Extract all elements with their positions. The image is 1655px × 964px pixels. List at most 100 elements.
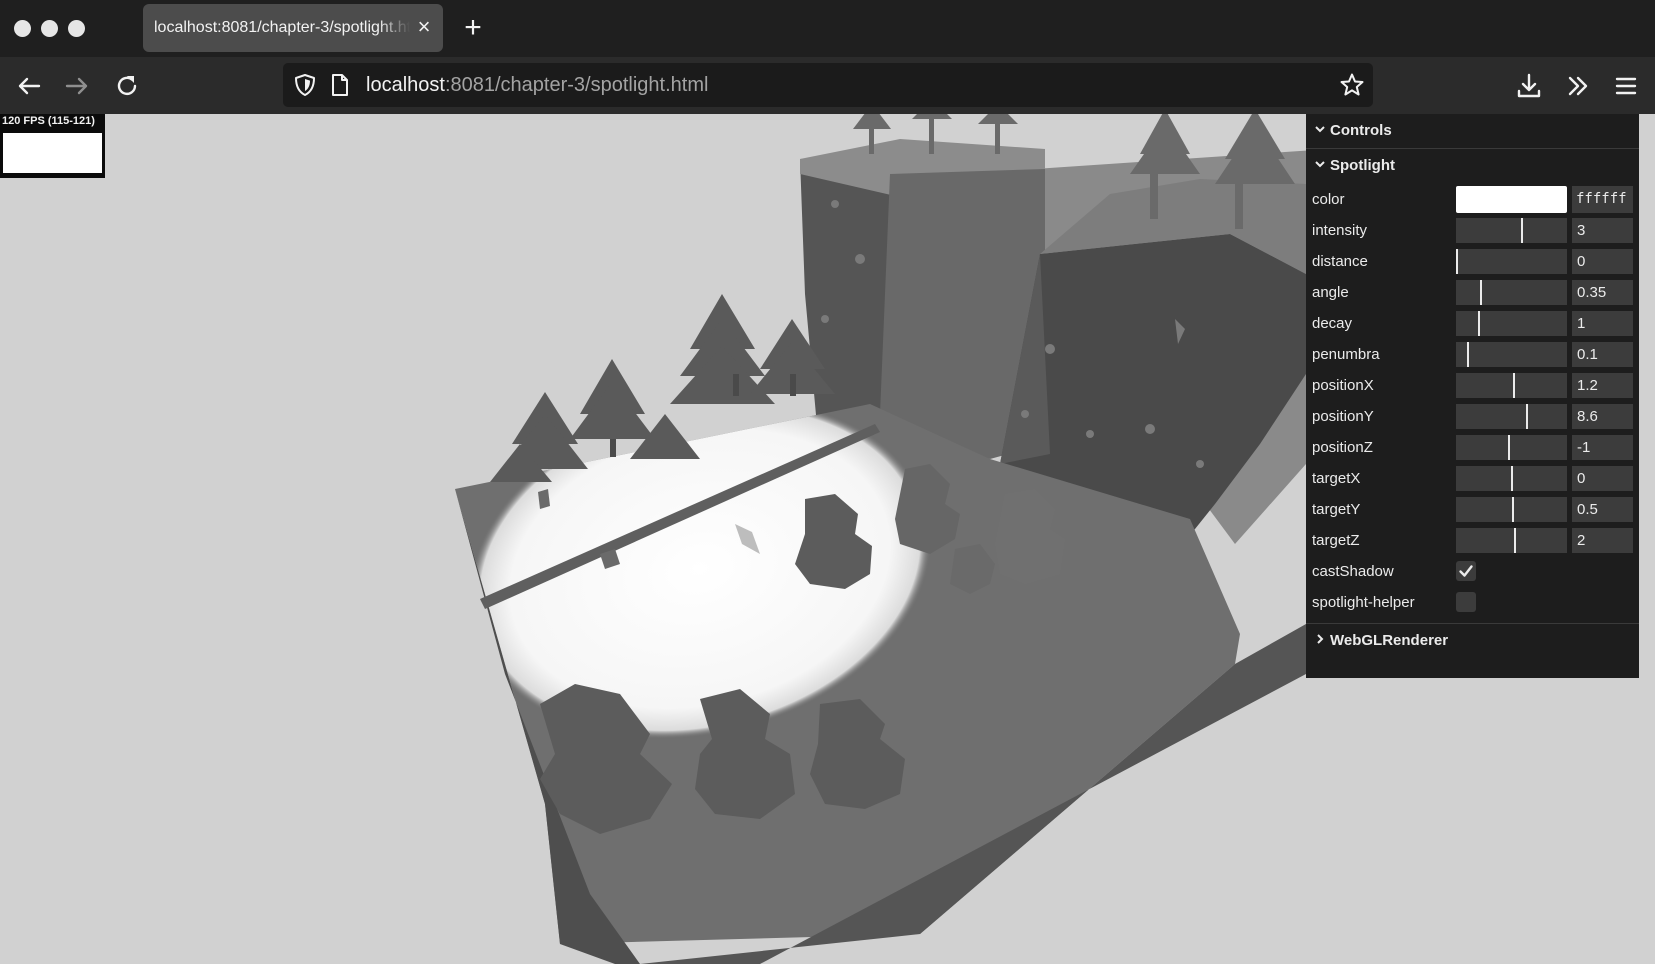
window-minimize-dot[interactable] (41, 20, 58, 37)
slider-label: positionZ (1312, 439, 1373, 456)
url-host: localhost (366, 74, 445, 96)
slider-row-targety: targetY 0.5 (1306, 494, 1639, 525)
spotlight-helper-row: spotlight-helper (1306, 587, 1639, 618)
slider-row-positiony: positionY 8.6 (1306, 401, 1639, 432)
slider-value: 8.6 (1577, 408, 1598, 425)
slider-value: 0.1 (1577, 346, 1598, 363)
targetx-slider[interactable] (1456, 466, 1567, 491)
decay-number-input[interactable]: 1 (1572, 311, 1633, 336)
slider-knob[interactable] (1511, 466, 1513, 491)
slider-row-intensity: intensity 3 (1306, 215, 1639, 246)
window-close-dot[interactable] (14, 20, 31, 37)
slider-row-angle: angle 0.35 (1306, 277, 1639, 308)
webglrenderer-folder-header[interactable]: WebGLRenderer (1306, 624, 1639, 657)
url-text[interactable]: localhost:8081/chapter-3/spotlight.html (366, 74, 708, 97)
slider-row-decay: decay 1 (1306, 308, 1639, 339)
slider-knob[interactable] (1478, 311, 1480, 336)
angle-number-input[interactable]: 0.35 (1572, 280, 1633, 305)
color-row: color ffffff (1306, 184, 1639, 215)
browser-tab[interactable]: localhost:8081/chapter-3/spotlight.html … (143, 4, 443, 52)
forward-arrow-icon[interactable] (61, 70, 93, 102)
targety-number-input[interactable]: 0.5 (1572, 497, 1633, 522)
cast-shadow-checkbox[interactable] (1456, 561, 1476, 581)
slider-knob[interactable] (1514, 528, 1516, 553)
slider-value: 2 (1577, 532, 1586, 549)
slider-row-targetz: targetZ 2 (1306, 525, 1639, 556)
fps-graph (3, 133, 102, 173)
color-label: color (1312, 191, 1345, 208)
color-swatch[interactable] (1456, 186, 1567, 213)
targetz-slider[interactable] (1456, 528, 1567, 553)
slider-label: angle (1312, 284, 1349, 301)
page-icon[interactable] (330, 73, 350, 97)
hamburger-menu-icon[interactable] (1610, 70, 1642, 102)
positiony-number-input[interactable]: 8.6 (1572, 404, 1633, 429)
chevron-down-icon (1315, 161, 1325, 168)
distance-number-input[interactable]: 0 (1572, 249, 1633, 274)
positionz-number-input[interactable]: -1 (1572, 435, 1633, 460)
back-arrow-icon[interactable] (13, 70, 45, 102)
intensity-number-input[interactable]: 3 (1572, 218, 1633, 243)
decay-slider[interactable] (1456, 311, 1567, 336)
slider-knob[interactable] (1526, 404, 1528, 429)
controls-folder-header[interactable]: Controls (1306, 114, 1639, 147)
slider-knob[interactable] (1480, 280, 1482, 305)
intensity-slider[interactable] (1456, 218, 1567, 243)
fps-stats-panel[interactable]: 120 FPS (115-121) (0, 114, 105, 178)
url-path: :8081/chapter-3/spotlight.html (444, 74, 709, 96)
slider-label: penumbra (1312, 346, 1380, 363)
controls-folder-title: Controls (1330, 122, 1392, 139)
slider-row-positionz: positionZ -1 (1306, 432, 1639, 463)
slider-knob[interactable] (1508, 435, 1510, 460)
angle-slider[interactable] (1456, 280, 1567, 305)
targety-slider[interactable] (1456, 497, 1567, 522)
spotlight-folder-header[interactable]: Spotlight (1306, 149, 1639, 182)
positiony-slider[interactable] (1456, 404, 1567, 429)
slider-knob[interactable] (1512, 497, 1514, 522)
checkmark-icon (1459, 565, 1473, 577)
color-hex-input[interactable]: ffffff (1572, 186, 1633, 213)
new-tab-button[interactable]: + (458, 13, 488, 43)
targetx-number-input[interactable]: 0 (1572, 466, 1633, 491)
penumbra-number-input[interactable]: 0.1 (1572, 342, 1633, 367)
spotlight-folder-title: Spotlight (1330, 157, 1395, 174)
address-bar[interactable]: localhost:8081/chapter-3/spotlight.html (283, 63, 1373, 107)
tab-title: localhost:8081/chapter-3/spotlight.html (154, 19, 410, 36)
close-tab-icon[interactable]: × (411, 14, 437, 40)
slider-label: decay (1312, 315, 1353, 332)
window-maximize-dot[interactable] (68, 20, 85, 37)
bookmark-star-icon[interactable] (1339, 72, 1365, 98)
slider-knob[interactable] (1521, 218, 1523, 243)
slider-value: 0.35 (1577, 284, 1607, 301)
distance-slider[interactable] (1456, 249, 1567, 274)
slider-label: distance (1312, 253, 1368, 270)
lil-gui-panel: Controls Spotlight color ffffff intensit… (1306, 114, 1639, 678)
download-icon[interactable] (1513, 70, 1545, 102)
positionx-number-input[interactable]: 1.2 (1572, 373, 1633, 398)
positionx-slider[interactable] (1456, 373, 1567, 398)
slider-row-targetx: targetX 0 (1306, 463, 1639, 494)
spotlight-helper-checkbox[interactable] (1456, 592, 1476, 612)
penumbra-slider[interactable] (1456, 342, 1567, 367)
slider-knob[interactable] (1456, 249, 1458, 274)
slider-value: -1 (1577, 439, 1591, 456)
slider-row-penumbra: penumbra 0.1 (1306, 339, 1639, 370)
targetz-number-input[interactable]: 2 (1572, 528, 1633, 553)
slider-knob[interactable] (1467, 342, 1469, 367)
slider-value: 1.2 (1577, 377, 1598, 394)
positionz-slider[interactable] (1456, 435, 1567, 460)
shield-icon[interactable] (293, 73, 317, 97)
slider-label: intensity (1312, 222, 1368, 239)
reload-icon[interactable] (111, 70, 143, 102)
slider-knob[interactable] (1513, 373, 1515, 398)
cast-shadow-label: castShadow (1312, 563, 1394, 580)
cast-shadow-row: castShadow (1306, 556, 1639, 587)
slider-label: positionY (1312, 408, 1374, 425)
chevron-down-icon (1315, 126, 1325, 133)
spotlight-helper-label: spotlight-helper (1312, 594, 1415, 611)
webgl-viewport[interactable]: 120 FPS (115-121) Controls Spotlight col… (0, 114, 1655, 964)
slider-value: 1 (1577, 315, 1586, 332)
slider-value: 0 (1577, 253, 1586, 270)
overflow-chevrons-icon[interactable] (1562, 70, 1594, 102)
fps-readout: 120 FPS (115-121) (2, 115, 95, 127)
